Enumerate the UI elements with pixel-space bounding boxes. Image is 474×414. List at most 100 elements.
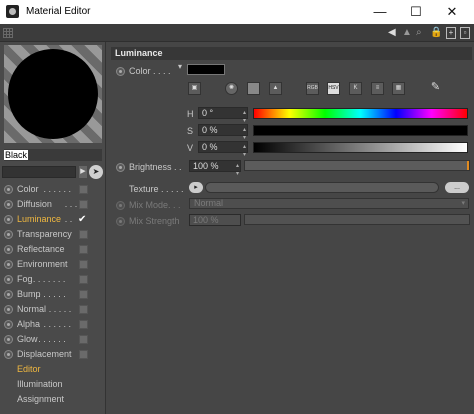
s-field[interactable]: 0 % ▴ ▾ [198, 124, 248, 141]
channel-row[interactable]: Diffusion . . . [0, 197, 106, 212]
spinner-icon[interactable]: ▴ ▾ [243, 143, 246, 159]
material-preview[interactable] [4, 45, 102, 143]
spinner-icon[interactable]: ▴ ▾ [236, 162, 239, 178]
mix-mode-dropdown[interactable]: Normal ▾ [189, 198, 469, 209]
h-field[interactable]: 0 ° ▴ ▾ [198, 107, 248, 124]
channel-label: Luminance [17, 214, 62, 224]
search-icon[interactable]: ⌕ [416, 27, 422, 39]
channel-label: Color [17, 184, 39, 194]
brightness-anim-radio[interactable] [116, 163, 125, 172]
channel-checkbox[interactable] [79, 275, 88, 284]
hsv-icon[interactable]: HSV [327, 82, 340, 95]
search-input[interactable] [2, 166, 76, 178]
sidebar-item[interactable]: Illumination [0, 377, 106, 392]
color-anim-radio[interactable] [116, 67, 125, 76]
v-field[interactable]: 0 % ▴ ▾ [198, 141, 248, 158]
channel-checkbox[interactable] [79, 320, 88, 329]
channel-checkbox[interactable] [79, 305, 88, 314]
swatches-icon[interactable]: ▦ [392, 82, 405, 95]
v-value: 0 % [202, 142, 218, 152]
brightness-field[interactable]: 100 % ▴ ▾ [189, 160, 241, 177]
window-title: Material Editor [26, 6, 91, 17]
channel-row[interactable]: Transparency [0, 227, 106, 242]
minimize-button[interactable]: — [366, 2, 394, 22]
image-icon[interactable]: ▣ [188, 82, 201, 95]
channel-row[interactable]: Fog . . . . . . . [0, 272, 106, 287]
material-name-field[interactable]: Black [4, 149, 102, 161]
grip-icon[interactable] [3, 28, 13, 38]
channel-radio[interactable] [4, 320, 13, 329]
channel-radio[interactable] [4, 215, 13, 224]
channel-radio[interactable] [4, 185, 13, 194]
channel-radio[interactable] [4, 260, 13, 269]
channel-checkbox[interactable] [79, 260, 88, 269]
spinner-icon[interactable]: ▴ ▾ [243, 109, 246, 125]
spinner-icon[interactable]: ▴ ▾ [243, 126, 246, 142]
channel-label: Environment [17, 259, 68, 269]
lock-icon[interactable]: 🔒 [430, 27, 442, 39]
channel-radio[interactable] [4, 245, 13, 254]
channel-row[interactable]: Luminance . . ✔ [0, 212, 106, 227]
up-arrow-icon[interactable]: ▲ [402, 27, 412, 39]
mix-strength-field[interactable]: 100 % [189, 214, 241, 226]
channel-radio[interactable] [4, 290, 13, 299]
texture-slot[interactable] [205, 182, 439, 193]
title-bar: Material Editor — ☐ ✕ [0, 0, 474, 24]
texture-more-button[interactable]: ... [445, 182, 469, 193]
new-window-icon[interactable]: + [446, 27, 456, 39]
color-swatch[interactable] [187, 64, 225, 75]
expand-icon[interactable]: ▫ [460, 27, 470, 39]
expand-triangle-icon[interactable]: ▾ [178, 62, 182, 71]
channel-row[interactable]: Glow . . . . . . [0, 332, 106, 347]
back-arrow-icon[interactable]: ◀ [388, 27, 396, 39]
channel-checkbox[interactable] [79, 245, 88, 254]
channel-radio[interactable] [4, 305, 13, 314]
channel-checkbox[interactable] [79, 290, 88, 299]
sidebar-item[interactable]: Editor [0, 362, 106, 377]
s-label: S [187, 126, 194, 136]
channel-row[interactable]: Normal . . . . . [0, 302, 106, 317]
channel-row[interactable]: Bump . . . . . . [0, 287, 106, 302]
channel-radio[interactable] [4, 350, 13, 359]
channel-row[interactable]: Displacement [0, 347, 106, 362]
search-row: ▶ ➤ [2, 165, 104, 179]
mix-strength-slider[interactable] [244, 214, 470, 225]
channel-row[interactable]: Alpha . . . . . . [0, 317, 106, 332]
texture-arrow-button[interactable]: ▸ [189, 182, 203, 193]
channel-radio[interactable] [4, 335, 13, 344]
kelvin-icon[interactable]: K [349, 82, 362, 95]
channel-checkbox[interactable] [79, 350, 88, 359]
play-arrow-icon[interactable]: ▶ [79, 166, 87, 178]
channel-dots: . . . . . . [43, 184, 72, 194]
rgb-icon[interactable]: RGB [306, 82, 319, 95]
mix-strength-label: Mix Strength [129, 216, 180, 226]
channel-radio[interactable] [4, 200, 13, 209]
channel-row[interactable]: Reflectance [0, 242, 106, 257]
mix-mode-radio[interactable] [116, 201, 125, 210]
mix-strength-radio[interactable] [116, 217, 125, 226]
value-slider[interactable] [253, 142, 468, 153]
channel-row[interactable]: Color . . . . . . [0, 182, 106, 197]
spectrum-icon[interactable] [247, 82, 260, 95]
mixer-icon[interactable]: ≡ [371, 82, 384, 95]
brightness-slider[interactable] [244, 160, 470, 171]
channel-checkbox[interactable] [79, 185, 88, 194]
eyedropper-icon[interactable]: ✎ [429, 82, 442, 95]
channel-checkbox[interactable] [79, 335, 88, 344]
saturation-slider[interactable] [253, 125, 468, 136]
channel-dots: . . . . . . [38, 334, 66, 344]
sidebar-item[interactable]: Assignment [0, 392, 106, 407]
channel-row[interactable]: Environment [0, 257, 106, 272]
close-button[interactable]: ✕ [438, 2, 466, 22]
picture-icon[interactable]: ▲ [269, 82, 282, 95]
channel-checkbox[interactable] [79, 230, 88, 239]
channel-radio[interactable] [4, 230, 13, 239]
channel-checkbox[interactable] [79, 200, 88, 209]
channel-radio[interactable] [4, 275, 13, 284]
checkmark-icon[interactable]: ✔ [78, 212, 86, 227]
maximize-button[interactable]: ☐ [402, 2, 430, 22]
channel-label: Fog [17, 274, 33, 284]
pointer-icon[interactable]: ➤ [89, 165, 103, 179]
color-wheel-icon[interactable]: ✺ [225, 82, 238, 95]
hue-slider[interactable] [253, 108, 468, 119]
